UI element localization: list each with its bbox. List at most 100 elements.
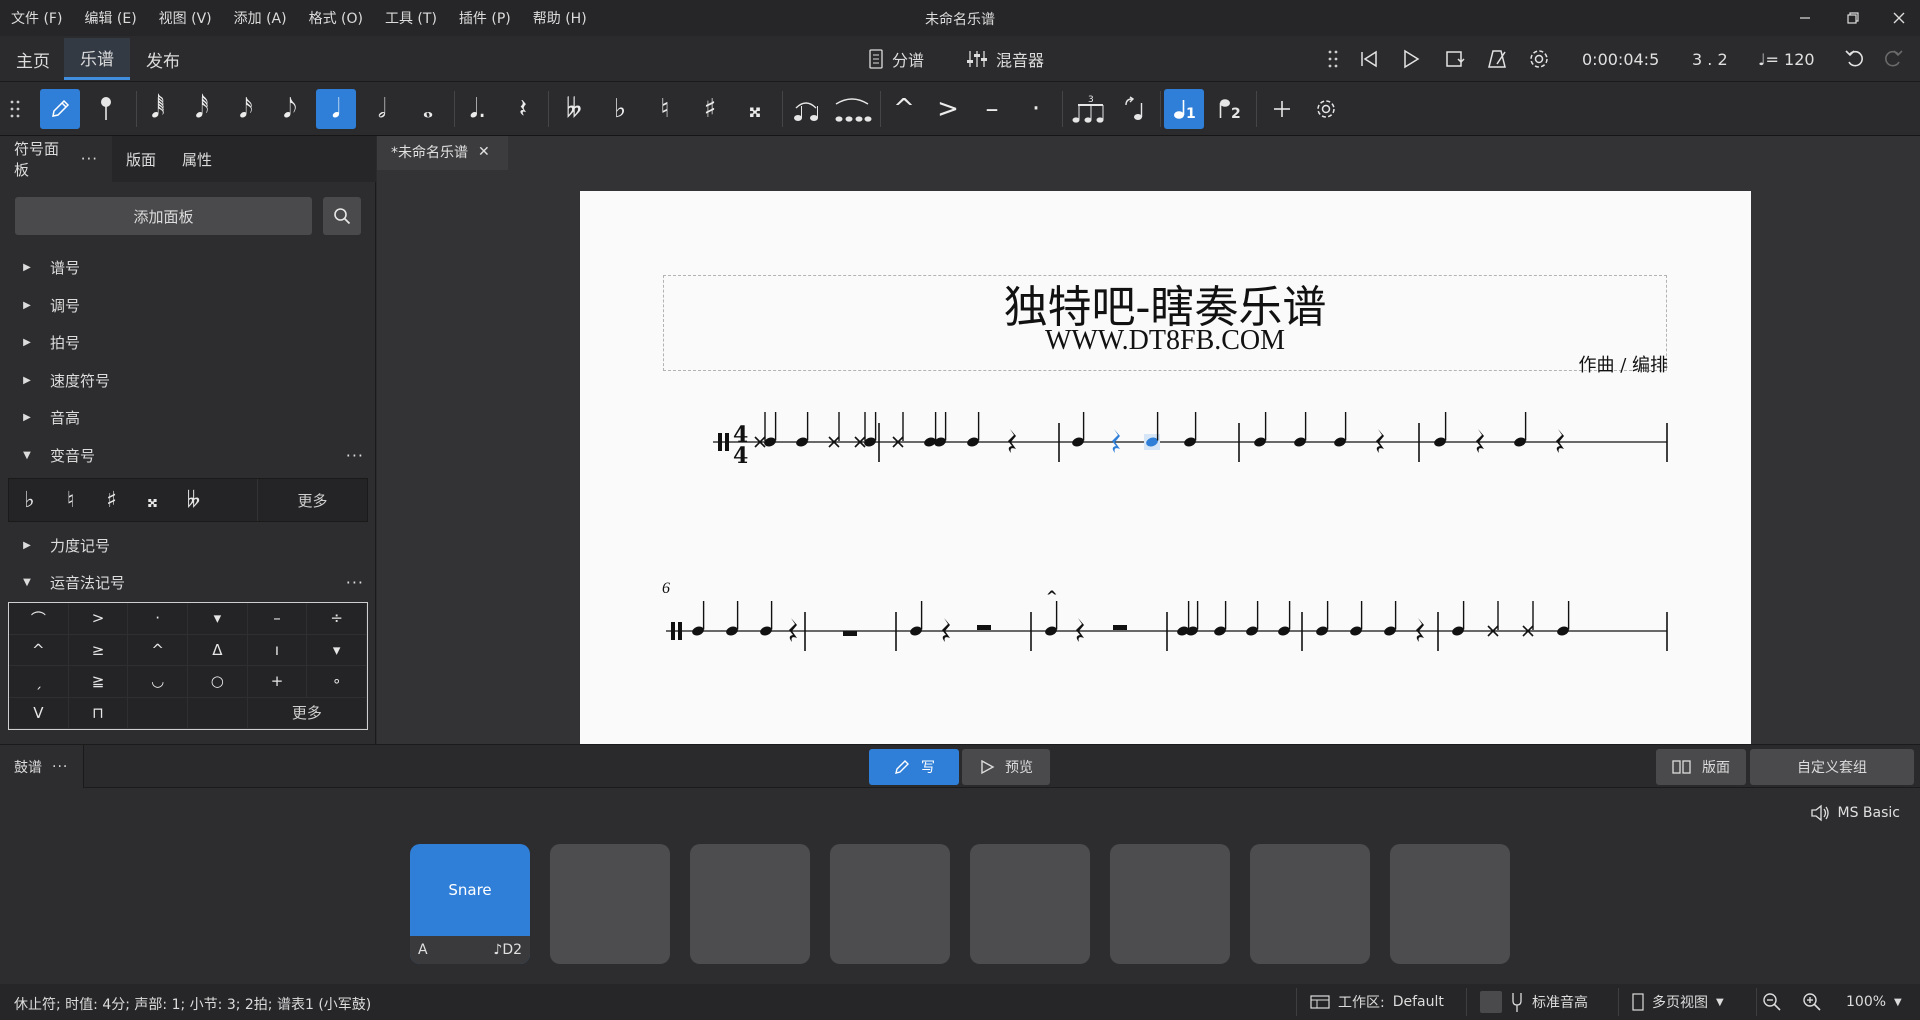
palette-articulations[interactable]: ▼ 运音法记号 ··· — [0, 565, 376, 599]
rewind-icon[interactable] — [1354, 44, 1384, 74]
whole-note-icon[interactable]: 𝅝 — [408, 89, 448, 129]
rest-icon[interactable]: 𝄽 — [503, 89, 543, 129]
art-open-cell[interactable]: ○ — [188, 666, 248, 698]
articulations-more-button[interactable]: 更多 — [247, 697, 367, 729]
drum-pad-empty[interactable] — [830, 844, 950, 964]
marcato-icon[interactable]: ^ — [884, 89, 924, 129]
palettes-more-icon[interactable]: ··· — [81, 150, 98, 168]
art-down-bow-cell[interactable]: ⊓ — [68, 697, 129, 729]
close-tab-icon[interactable]: ✕ — [478, 144, 490, 160]
view-mode-dropdown[interactable]: 多页视图 ▼ — [1632, 984, 1724, 1020]
restore-icon[interactable] — [1830, 0, 1876, 36]
menu-view[interactable]: 视图 (V) — [148, 8, 223, 28]
palette-options-icon[interactable]: ··· — [346, 446, 364, 465]
art-unstress-cell[interactable]: ◡ — [128, 666, 188, 698]
tab-score[interactable]: 乐谱 — [64, 38, 130, 80]
quarter-note-icon-button[interactable]: 𝅘𝅥 — [316, 89, 356, 129]
drum-pad-empty[interactable] — [1390, 844, 1510, 964]
palette-pitch[interactable]: ▶ 音高 — [0, 400, 376, 434]
minimize-icon[interactable] — [1782, 0, 1828, 36]
palette-dynamics[interactable]: ▶ 力度记号 — [0, 528, 376, 562]
palette-accidentals[interactable]: ▼ 变音号 ··· — [0, 438, 376, 472]
palette-key-signatures[interactable]: ▶ 调号 — [0, 288, 376, 322]
palette-double-sharp-cell[interactable]: 𝄪 — [132, 479, 173, 521]
palette-sharp-cell[interactable]: ♯ — [91, 479, 132, 521]
concert-pitch-toggle[interactable]: 标准音高 — [1480, 984, 1588, 1020]
menu-tools[interactable]: 工具 (T) — [374, 8, 448, 28]
drum-pad-empty[interactable] — [1110, 844, 1230, 964]
layout-button[interactable]: 版面 — [1656, 749, 1746, 785]
half-note-icon[interactable]: 𝅗𝅥 — [362, 89, 402, 129]
tab-layout[interactable]: 版面 — [112, 136, 170, 182]
redo-icon[interactable] — [1878, 44, 1908, 74]
palette-time-signatures[interactable]: ▶ 拍号 — [0, 325, 376, 359]
mixer-button[interactable]: 混音器 — [966, 36, 1044, 82]
drag-handle-icon[interactable] — [1318, 44, 1348, 74]
playback-settings-icon[interactable] — [1524, 44, 1554, 74]
workspace-selector[interactable]: 工作区: Default — [1310, 984, 1444, 1020]
toolbar-settings-icon[interactable] — [1306, 89, 1346, 129]
16th-note-icon[interactable]: 𝅘𝅥𝅯 — [226, 89, 266, 129]
drum-pad-empty[interactable] — [1250, 844, 1370, 964]
write-mode-button[interactable]: 写 — [869, 749, 959, 785]
art-stopped-cell[interactable]: + — [247, 666, 308, 698]
art-marcato-staccato-cell[interactable]: ^ — [128, 634, 188, 666]
loop-icon[interactable] — [1439, 44, 1469, 74]
customize-kit-button[interactable]: 自定义套组 — [1750, 749, 1914, 785]
tuplet-icon[interactable]: 3 — [1068, 89, 1112, 129]
menu-edit[interactable]: 编辑 (E) — [73, 8, 147, 28]
art-stress-cell[interactable]: ı — [247, 634, 308, 666]
art-marcato-cell[interactable]: ^ — [9, 634, 69, 666]
double-sharp-icon[interactable]: 𝄪 — [735, 89, 775, 129]
tab-properties[interactable]: 属性 — [168, 136, 226, 182]
64th-note-icon[interactable]: 𝅘𝅥𝅱 — [138, 89, 178, 129]
score-view[interactable]: *未命名乐谱 ✕ 独特吧-瞎奏乐谱 WWW.DT8FB.COM 作曲 / 编排 … — [377, 136, 1920, 744]
palette-tempo[interactable]: ▶ 速度符号 — [0, 363, 376, 397]
palette-clefs[interactable]: ▶ 谱号 — [0, 250, 376, 284]
preview-mode-button[interactable]: 预览 — [962, 749, 1050, 785]
palette-options-icon[interactable]: ··· — [346, 573, 364, 592]
art-up-bow-cell[interactable]: V — [9, 697, 69, 729]
menu-format[interactable]: 格式 (O) — [298, 8, 374, 28]
art-staccato-cell[interactable]: · — [128, 603, 188, 635]
menu-help[interactable]: 帮助 (H) — [522, 8, 598, 28]
accent-icon[interactable]: > — [928, 89, 968, 129]
concert-pitch-checkbox[interactable] — [1480, 991, 1502, 1013]
art-accent-cell[interactable]: > — [68, 603, 129, 635]
art-wedge-cell[interactable]: ▾ — [307, 634, 367, 666]
art-tenuto-staccato-cell[interactable]: ÷ — [307, 603, 367, 635]
tenuto-icon[interactable]: – — [972, 89, 1012, 129]
drum-pad-empty[interactable] — [970, 844, 1090, 964]
slur-icon[interactable] — [830, 89, 874, 129]
flat-icon[interactable]: ♭ — [600, 89, 640, 129]
note-input-pencil-icon[interactable] — [40, 89, 80, 129]
palette-flat-cell[interactable]: ♭ — [9, 479, 50, 521]
metronome-icon[interactable] — [1482, 44, 1512, 74]
flip-direction-icon[interactable] — [1114, 89, 1154, 129]
palette-natural-cell[interactable]: ♮ — [50, 479, 91, 521]
32nd-note-icon[interactable]: 𝅘𝅥𝅰 — [182, 89, 222, 129]
art-accent-tenuto-cell[interactable]: ≧ — [68, 666, 129, 698]
dot-icon[interactable]: 𝅘𝅥. — [458, 89, 498, 129]
tab-publish[interactable]: 发布 — [130, 38, 196, 80]
art-slur-cell[interactable]: ⌒ — [9, 603, 69, 635]
menu-file[interactable]: 文件 (F) — [0, 8, 73, 28]
tab-home[interactable]: 主页 — [0, 38, 66, 80]
score-staves[interactable]: 4 4 ^ — [580, 191, 1751, 744]
drum-pad-snare[interactable]: Snare A ♪D2 — [410, 844, 530, 964]
art-accent-staccato-cell[interactable]: ≥ — [68, 634, 129, 666]
zoom-dropdown[interactable]: 100% ▼ — [1846, 984, 1902, 1020]
close-icon[interactable] — [1876, 0, 1920, 36]
undo-icon[interactable] — [1840, 44, 1870, 74]
sound-library[interactable]: MS Basic — [1810, 804, 1900, 822]
menu-plugins[interactable]: 插件 (P) — [448, 8, 522, 28]
zoom-out-button[interactable] — [1762, 984, 1782, 1020]
staccato-icon[interactable]: · — [1016, 89, 1056, 129]
toolbar-drag-handle-icon[interactable] — [0, 89, 30, 129]
art-staccatissimo-cell[interactable]: ▾ — [188, 603, 248, 635]
parts-button[interactable]: 分谱 — [868, 36, 924, 82]
voice-1-icon[interactable]: 1 — [1164, 89, 1204, 129]
tab-palettes[interactable]: 符号面板 ··· — [0, 136, 112, 182]
play-icon[interactable] — [1396, 44, 1426, 74]
drumset-panel-tab[interactable]: 鼓谱 ··· — [0, 745, 84, 789]
